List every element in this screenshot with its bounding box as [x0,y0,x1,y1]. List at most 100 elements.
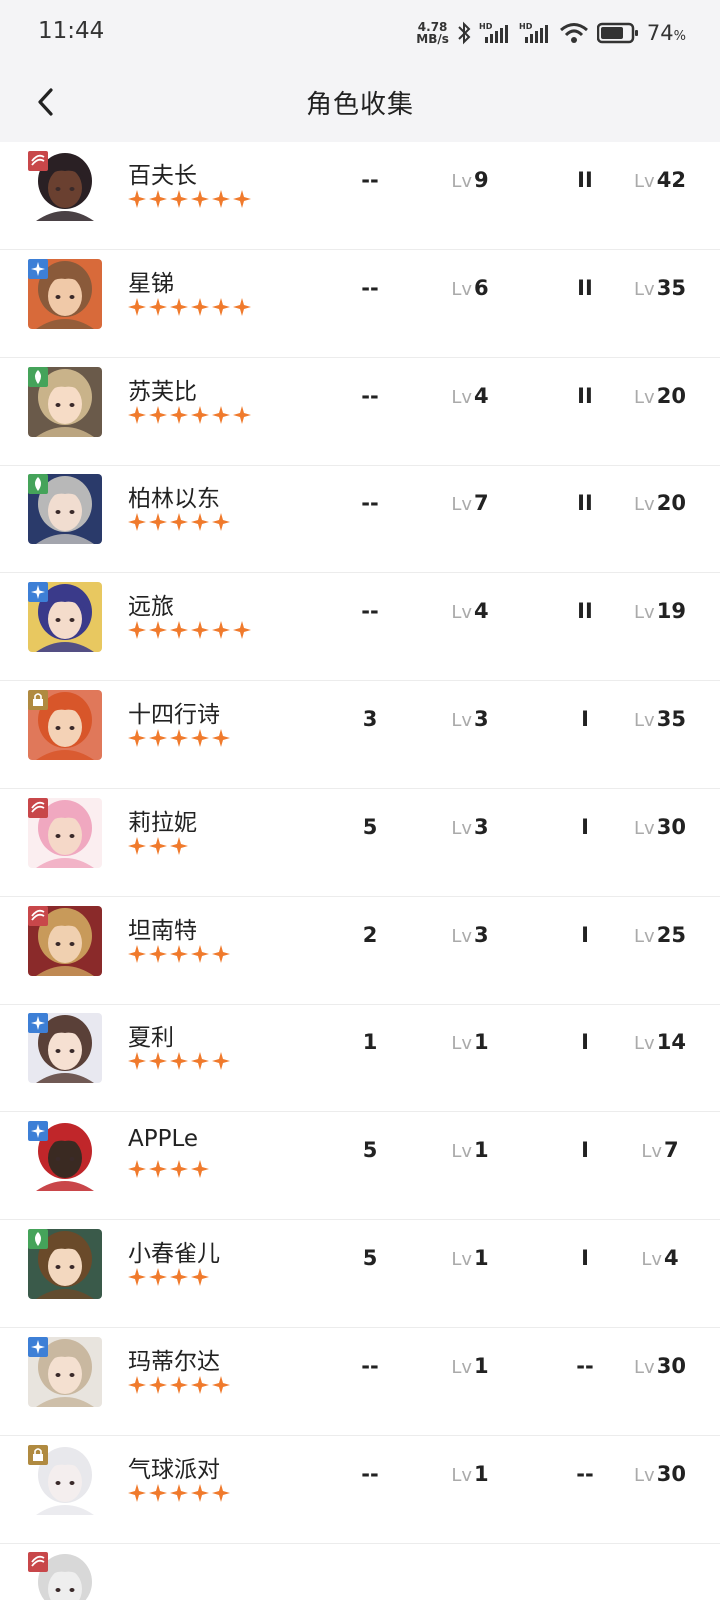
star-rune-icon [28,258,48,279]
character-level: Lv1 [430,1462,510,1486]
rarity-star-icon [149,513,167,532]
stat-a: 5 [362,1246,378,1270]
rarity-stars [128,1375,230,1396]
star-rune-icon [28,1013,48,1034]
character-name: 夏利 [128,1025,174,1052]
weapon-level: Lv30 [615,1354,705,1378]
character-row[interactable]: 小春雀儿 5 Lv1 I Lv4 [0,1218,720,1328]
rarity-star-icon [170,621,188,640]
stat-a: 3 [362,707,378,731]
character-name: 远旅 [128,594,174,621]
weapon-level: Lv42 [615,168,705,192]
rarity-star-icon [212,405,230,424]
weapon-level: Lv35 [615,276,705,300]
rarity-star-icon [128,190,146,208]
lock-beast-icon [28,1444,48,1465]
character-level: Lv1 [430,1138,510,1162]
character-name: 气球派对 [128,1456,220,1483]
character-row[interactable]: 柏林以东 -- Lv7 II Lv20 [0,463,720,574]
rarity-star-icon [149,621,167,640]
wifi-icon [559,23,588,43]
rarity-star-icon [170,1268,188,1286]
character-row[interactable]: 坦南特 2 Lv3 I Lv25 [0,895,720,1005]
level-value: 30 [656,1461,686,1486]
rarity-star-icon [128,513,146,532]
stat-a: 1 [362,1030,378,1055]
character-row[interactable]: 苏芙比 -- Lv4 II Lv20 [0,356,720,466]
stat-c: I [581,1030,589,1055]
rarity-star-icon [149,1268,167,1286]
stat-c: II [577,383,593,408]
character-row[interactable]: APPLe 5 Lv1 I Lv7 [0,1110,720,1221]
rarity-star-icon [170,405,188,424]
level-prefix: Lv [634,278,655,300]
rarity-stars [128,1160,209,1180]
signal-hd-icon: HD [479,22,508,43]
level-value: 20 [656,491,686,516]
rarity-star-icon [191,1483,209,1502]
character-row[interactable]: 十四行诗 3 Lv3 I Lv35 [0,679,720,789]
rarity-star-icon [191,944,209,963]
character-row[interactable] [0,1541,720,1600]
stat-a: -- [361,491,379,516]
character-row[interactable]: 玛蒂尔达 -- Lv1 -- Lv30 [0,1326,720,1436]
rarity-star-icon [128,621,146,640]
status-bar: 11:44 4.78 MB/s HD HD 74% [0,0,720,66]
signal-hd-icon: HD [519,22,548,43]
weapon-level: Lv20 [615,384,705,408]
level-value: 25 [656,922,686,947]
status-icons: 4.78 MB/s HD HD 74% [416,18,686,48]
level-value: 35 [656,275,686,300]
level-value: 1 [474,1030,489,1055]
character-level: Lv6 [430,276,510,300]
rarity-star-icon [212,944,230,963]
rarity-star-icon [149,944,167,963]
character-row[interactable]: 远旅 -- Lv4 II Lv19 [0,571,720,682]
level-value: 19 [656,599,686,624]
character-level: Lv7 [430,491,510,515]
stat-c: II [577,599,593,624]
character-name: 莉拉妮 [128,809,197,836]
svg-text:HD: HD [479,22,493,31]
character-name: APPLe [128,1126,199,1153]
rarity-stars [128,729,230,749]
character-row[interactable]: 星锑 -- Lv6 II Lv35 [0,248,720,358]
rarity-star-icon [233,190,251,208]
rarity-star-icon [128,405,146,424]
level-value: 35 [656,707,686,731]
character-row[interactable]: 莉拉妮 5 Lv3 I Lv30 [0,787,720,897]
rarity-star-icon [191,513,209,532]
rarity-star-icon [233,297,251,316]
weapon-level: Lv30 [615,815,705,839]
rarity-star-icon [128,297,146,316]
character-name: 柏林以东 [128,486,220,513]
stat-a: -- [361,1353,379,1378]
character-list[interactable]: 百夫长 -- Lv9 II Lv42 星锑 -- Lv6 II Lv35 苏芙比 -- Lv4 II Lv2… [0,142,720,1600]
level-value: 14 [656,1030,686,1055]
character-row[interactable]: 夏利 1 Lv1 I Lv14 [0,1002,720,1113]
character-level: Lv3 [430,707,510,731]
star-rune-icon [28,1336,48,1357]
character-level: Lv1 [430,1246,510,1270]
rarity-stars [128,190,251,210]
level-prefix: Lv [634,1356,655,1378]
rarity-star-icon [128,944,146,963]
stat-a: -- [361,1461,379,1486]
character-row[interactable]: 气球派对 -- Lv1 -- Lv30 [0,1434,720,1544]
weapon-level: Lv30 [615,1462,705,1486]
rarity-star-icon [128,1375,146,1394]
character-level: Lv1 [430,1354,510,1378]
character-name: 十四行诗 [128,702,220,728]
level-prefix: Lv [634,1464,655,1486]
rarity-star-icon [191,1375,209,1394]
level-prefix: Lv [634,386,655,408]
rarity-star-icon [149,297,167,316]
level-value: 3 [474,922,489,947]
stat-a: -- [361,383,379,408]
bluetooth-icon [458,21,471,45]
level-value: 30 [656,1353,686,1378]
stat-c: I [581,1246,589,1270]
page-title: 角色收集 [305,90,414,120]
character-row[interactable]: 百夫长 -- Lv9 II Lv42 [0,142,720,250]
level-prefix: Lv [634,925,655,947]
